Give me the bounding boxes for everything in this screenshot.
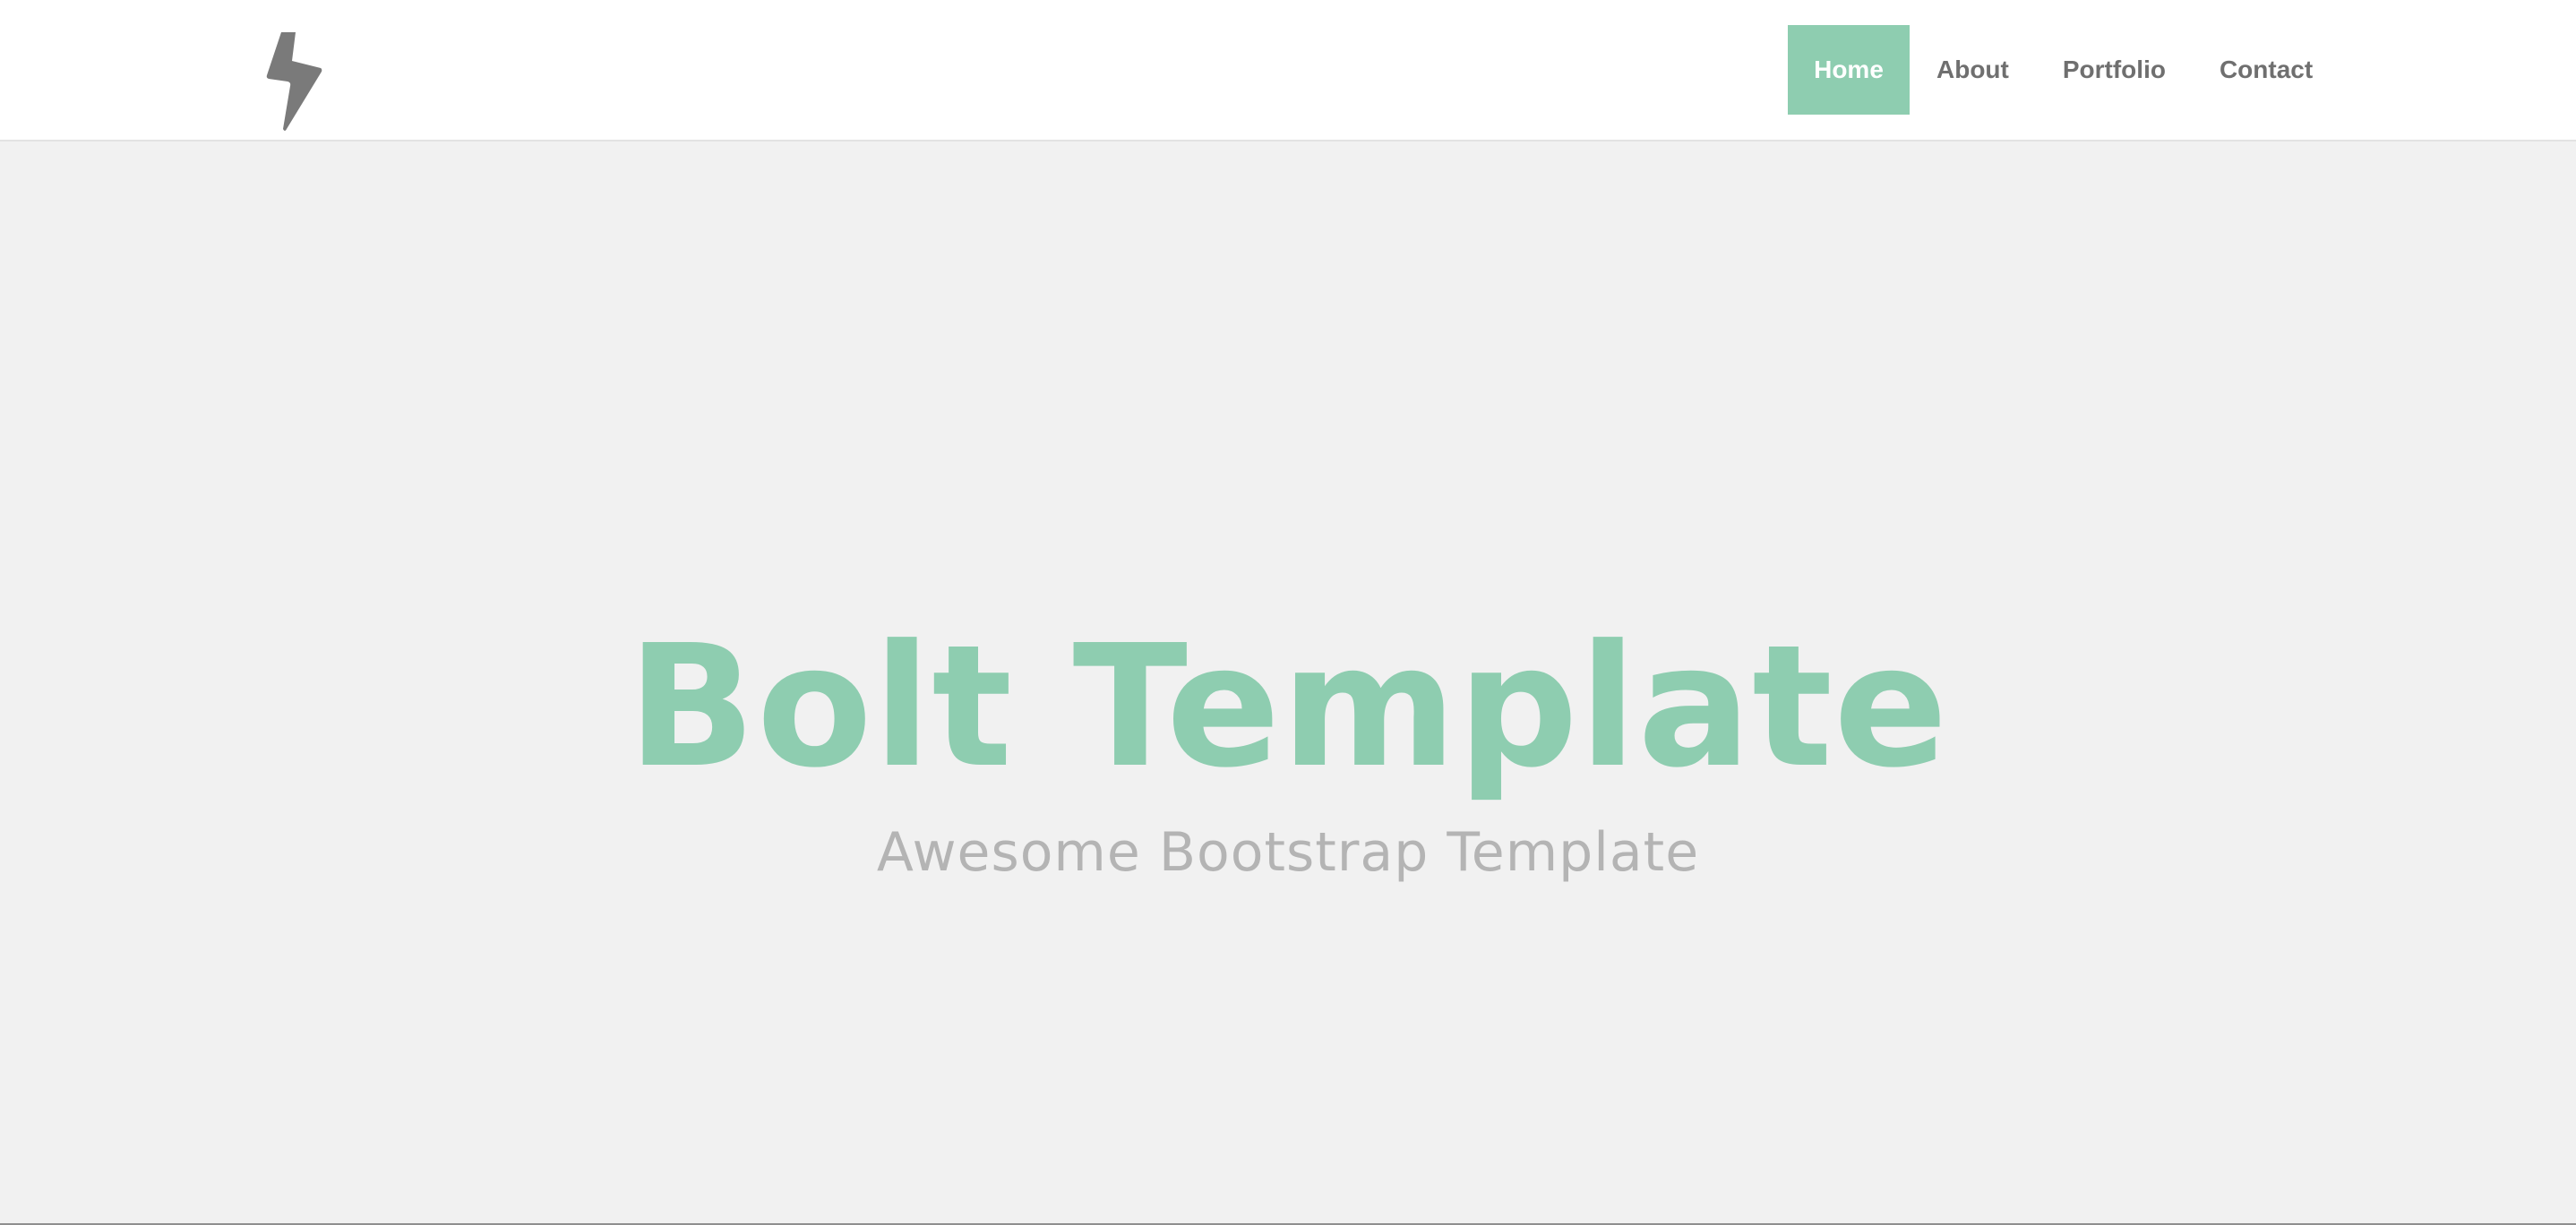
main-nav: Home About Portfolio Contact [1788, 25, 2340, 115]
hero-title: Bolt Template [627, 609, 1949, 805]
nav-contact[interactable]: Contact [2193, 25, 2340, 115]
nav-portfolio[interactable]: Portfolio [2036, 25, 2193, 115]
navbar: Home About Portfolio Contact [0, 0, 2576, 141]
hero-section: Bolt Template Awesome Bootstrap Template [0, 141, 2576, 1223]
hero-subtitle: Awesome Bootstrap Template [876, 821, 1700, 884]
nav-home[interactable]: Home [1788, 25, 1910, 115]
nav-about[interactable]: About [1910, 25, 2036, 115]
lightning-bolt-icon[interactable] [265, 29, 326, 134]
